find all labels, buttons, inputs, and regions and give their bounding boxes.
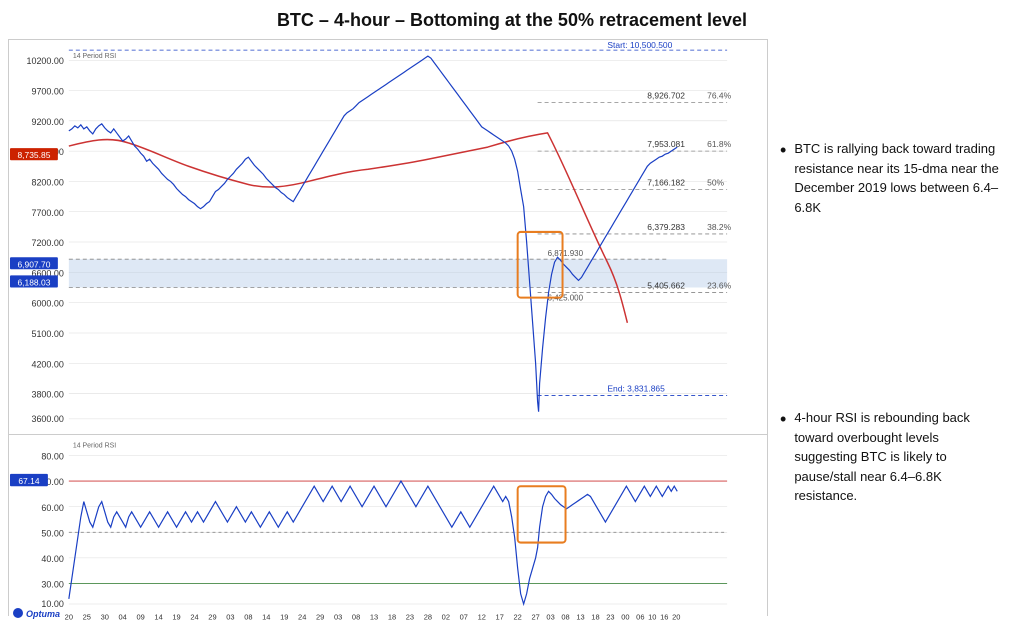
svg-text:3800.00: 3800.00 xyxy=(31,390,63,400)
page-title: BTC – 4-hour – Bottoming at the 50% retr… xyxy=(8,10,1016,31)
svg-text:16: 16 xyxy=(660,612,668,621)
svg-text:27: 27 xyxy=(531,612,539,621)
svg-text:10: 10 xyxy=(648,612,656,621)
svg-text:12: 12 xyxy=(478,612,486,621)
svg-text:6,379.283: 6,379.283 xyxy=(647,222,685,232)
svg-text:23: 23 xyxy=(406,612,414,621)
svg-text:67.14: 67.14 xyxy=(18,476,39,486)
content-row: 10200.00 9700.00 9200.00 8700.00 8200.00… xyxy=(8,39,1016,616)
svg-text:6,871.930: 6,871.930 xyxy=(548,249,584,258)
svg-text:28: 28 xyxy=(424,612,432,621)
svg-text:03: 03 xyxy=(546,612,554,621)
svg-text:7700.00: 7700.00 xyxy=(31,208,63,218)
svg-text:6,188.03: 6,188.03 xyxy=(17,277,50,287)
svg-text:04: 04 xyxy=(119,612,127,621)
svg-text:02: 02 xyxy=(442,612,450,621)
svg-text:06: 06 xyxy=(636,612,644,621)
svg-text:7,953.081: 7,953.081 xyxy=(647,139,685,149)
svg-text:6,907.70: 6,907.70 xyxy=(17,259,50,269)
svg-text:19: 19 xyxy=(280,612,288,621)
svg-text:14 Period RSI: 14 Period RSI xyxy=(73,442,116,449)
svg-text:25: 25 xyxy=(83,612,91,621)
svg-text:00: 00 xyxy=(621,612,629,621)
svg-text:03: 03 xyxy=(226,612,234,621)
svg-text:Optuma: Optuma xyxy=(26,609,60,619)
svg-text:14 Period RSI: 14 Period RSI xyxy=(73,53,116,60)
svg-text:60.00: 60.00 xyxy=(41,503,63,513)
annotation-text-2: 4-hour RSI is rebounding back toward ove… xyxy=(794,408,1004,506)
annotation-2: • 4-hour RSI is rebounding back toward o… xyxy=(780,408,1004,506)
svg-text:76.4%: 76.4% xyxy=(707,91,731,101)
svg-text:08: 08 xyxy=(352,612,360,621)
svg-text:29: 29 xyxy=(316,612,324,621)
svg-text:07: 07 xyxy=(460,612,468,621)
svg-text:7,166.182: 7,166.182 xyxy=(647,177,685,187)
main-container: BTC – 4-hour – Bottoming at the 50% retr… xyxy=(0,0,1024,624)
svg-text:20: 20 xyxy=(672,612,680,621)
svg-text:14: 14 xyxy=(262,612,270,621)
annotation-1: • BTC is rallying back toward trading re… xyxy=(780,139,1004,217)
bullet-2: • xyxy=(780,408,786,431)
svg-text:09: 09 xyxy=(136,612,144,621)
optuma-logo: Optuma xyxy=(13,606,73,622)
svg-text:13: 13 xyxy=(576,612,584,621)
bullet-1: • xyxy=(780,139,786,162)
svg-text:8200.00: 8200.00 xyxy=(31,177,63,187)
svg-text:29: 29 xyxy=(208,612,216,621)
svg-text:Start: 10,500.500: Start: 10,500.500 xyxy=(607,40,672,50)
svg-text:22: 22 xyxy=(513,612,521,621)
rsi-chart: 80.00 70.00 60.00 50.00 40.00 30.00 10.0… xyxy=(9,435,767,625)
svg-text:50.00: 50.00 xyxy=(41,528,63,538)
svg-text:38.2%: 38.2% xyxy=(707,222,731,232)
chart-area: 10200.00 9700.00 9200.00 8700.00 8200.00… xyxy=(8,39,768,616)
svg-text:08: 08 xyxy=(561,612,569,621)
svg-text:40.00: 40.00 xyxy=(41,554,63,564)
svg-text:6000.00: 6000.00 xyxy=(31,299,63,309)
svg-text:9700.00: 9700.00 xyxy=(31,86,63,96)
annotations-area: • BTC is rallying back toward trading re… xyxy=(768,39,1016,616)
svg-text:13: 13 xyxy=(370,612,378,621)
svg-text:End: 3,831.865: End: 3,831.865 xyxy=(607,383,665,393)
price-chart: 10200.00 9700.00 9200.00 8700.00 8200.00… xyxy=(9,40,767,435)
svg-text:18: 18 xyxy=(388,612,396,621)
svg-text:23: 23 xyxy=(606,612,614,621)
svg-text:4200.00: 4200.00 xyxy=(31,359,63,369)
annotation-text-1: BTC is rallying back toward trading resi… xyxy=(794,139,1004,217)
svg-text:14: 14 xyxy=(154,612,162,621)
svg-text:18: 18 xyxy=(591,612,599,621)
svg-text:80.00: 80.00 xyxy=(41,451,63,461)
svg-text:30: 30 xyxy=(101,612,109,621)
svg-text:19: 19 xyxy=(172,612,180,621)
svg-text:03: 03 xyxy=(334,612,342,621)
svg-text:3600.00: 3600.00 xyxy=(31,414,63,424)
svg-text:7200.00: 7200.00 xyxy=(31,238,63,248)
svg-text:24: 24 xyxy=(190,612,198,621)
svg-text:24: 24 xyxy=(298,612,306,621)
svg-text:50%: 50% xyxy=(707,177,724,187)
svg-text:9200.00: 9200.00 xyxy=(31,117,63,127)
svg-text:8,735.85: 8,735.85 xyxy=(17,150,50,160)
svg-text:5100.00: 5100.00 xyxy=(31,329,63,339)
svg-text:30.00: 30.00 xyxy=(41,579,63,589)
svg-text:10200.00: 10200.00 xyxy=(26,56,63,66)
svg-text:8,926.702: 8,926.702 xyxy=(647,91,685,101)
svg-text:08: 08 xyxy=(244,612,252,621)
svg-text:5,405.662: 5,405.662 xyxy=(647,280,685,290)
svg-text:61.8%: 61.8% xyxy=(707,139,731,149)
svg-text:23.6%: 23.6% xyxy=(707,280,731,290)
svg-text:17: 17 xyxy=(496,612,504,621)
